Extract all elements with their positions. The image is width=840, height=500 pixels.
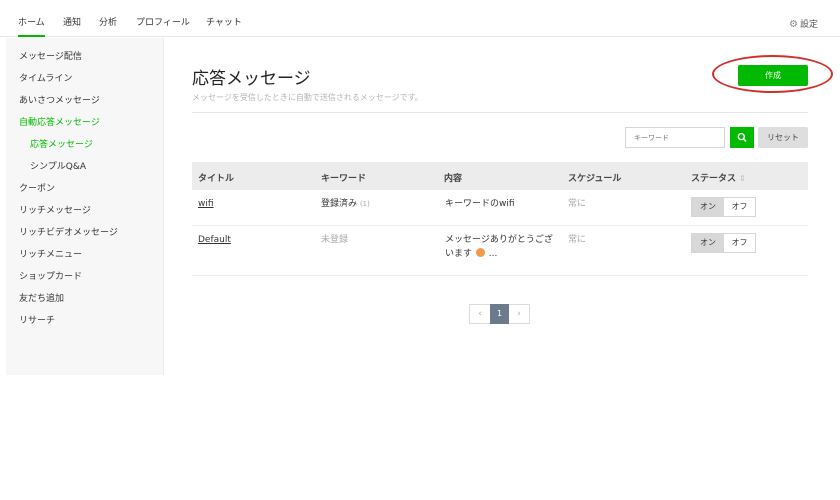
status-toggle: オン オフ (691, 233, 756, 253)
column-header-schedule: スケジュール (568, 174, 622, 184)
keyword-input[interactable] (625, 127, 725, 148)
pagination: ‹ 1 › (469, 304, 530, 324)
sidebar-item-research[interactable]: リサーチ (19, 315, 55, 327)
status-header-label: ステータス (691, 174, 737, 184)
highlight-circle (712, 55, 833, 93)
sidebar: メッセージ配信 タイムライン あいさつメッセージ 自動応答メッセージ 応答メッセ… (6, 38, 164, 375)
row-content: メッセージありがとうござ います ... (445, 233, 553, 261)
status-on-button[interactable]: オン (692, 198, 724, 216)
sidebar-item-simple-qa[interactable]: シンプルQ&A (30, 161, 86, 173)
emoji-icon (475, 248, 485, 257)
settings-label: 設定 (799, 20, 818, 30)
row-schedule: 常に (568, 235, 587, 245)
table-header: タイトル キーワード 内容 スケジュール ステータス ⇕ (192, 162, 808, 190)
tab-home[interactable]: ホーム (18, 17, 45, 37)
tab-notifications[interactable]: 通知 (63, 17, 81, 29)
column-header-title: タイトル (198, 174, 235, 184)
status-off-button[interactable]: オフ (724, 234, 755, 252)
gear-icon: ⚙ (789, 19, 798, 30)
top-nav: ホーム 通知 分析 プロフィール チャット ⚙ 設定 (0, 0, 840, 37)
row-title-link[interactable]: wifi (198, 197, 214, 211)
search-icon (737, 132, 747, 142)
row-content-ellipsis: ... (488, 249, 498, 259)
sidebar-item-rich-menu[interactable]: リッチメニュー (19, 249, 82, 261)
reset-button[interactable]: リセット (758, 127, 808, 148)
row-schedule: 常に (568, 199, 587, 209)
row-keyword-status: 登録済み (1) (321, 197, 370, 211)
status-off-button[interactable]: オフ (724, 198, 755, 216)
row-content-line1: メッセージありがとうござ (445, 235, 553, 245)
column-header-keyword: キーワード (321, 174, 367, 184)
settings-link[interactable]: ⚙ 設定 (789, 17, 818, 30)
sidebar-item-shop-card[interactable]: ショップカード (19, 271, 82, 283)
tab-profile[interactable]: プロフィール (136, 17, 190, 29)
page-description: メッセージを受信したときに自動で送信されるメッセージです。 (192, 93, 423, 102)
page-title: 応答メッセージ (192, 69, 311, 89)
row-content-line2: います (445, 249, 473, 259)
current-page-button[interactable]: 1 (490, 304, 509, 324)
tab-analytics[interactable]: 分析 (99, 17, 117, 29)
keyword-count: (1) (359, 200, 370, 208)
sidebar-item-add-friends[interactable]: 友だち追加 (19, 293, 64, 305)
column-header-content: 内容 (444, 174, 463, 184)
row-keyword-status: 未登録 (321, 235, 349, 245)
sidebar-item-timeline[interactable]: タイムライン (19, 73, 72, 85)
row-divider (192, 275, 808, 276)
row-divider (192, 225, 808, 226)
next-page-button[interactable]: › (509, 305, 529, 323)
column-header-status[interactable]: ステータス ⇕ (691, 171, 746, 184)
sidebar-item-broadcast[interactable]: メッセージ配信 (19, 51, 82, 63)
sidebar-item-response-message[interactable]: 応答メッセージ (30, 139, 93, 151)
search-button[interactable] (730, 127, 754, 148)
sort-icon[interactable]: ⇕ (739, 174, 746, 183)
prev-page-button[interactable]: ‹ (470, 305, 490, 323)
sidebar-item-rich-video[interactable]: リッチビデオメッセージ (19, 227, 118, 239)
sidebar-item-auto-response[interactable]: 自動応答メッセージ (19, 117, 100, 129)
status-toggle: オン オフ (691, 197, 756, 217)
sidebar-item-rich-message[interactable]: リッチメッセージ (19, 205, 91, 217)
header-divider (192, 112, 808, 113)
sidebar-item-coupon[interactable]: クーポン (19, 183, 55, 195)
row-title-link[interactable]: Default (198, 233, 231, 247)
keyword-status-text: 登録済み (321, 199, 358, 209)
tab-chat[interactable]: チャット (206, 17, 242, 29)
sidebar-item-greeting[interactable]: あいさつメッセージ (19, 95, 100, 107)
row-content: キーワードのwifi (445, 199, 515, 209)
status-on-button[interactable]: オン (692, 234, 724, 252)
